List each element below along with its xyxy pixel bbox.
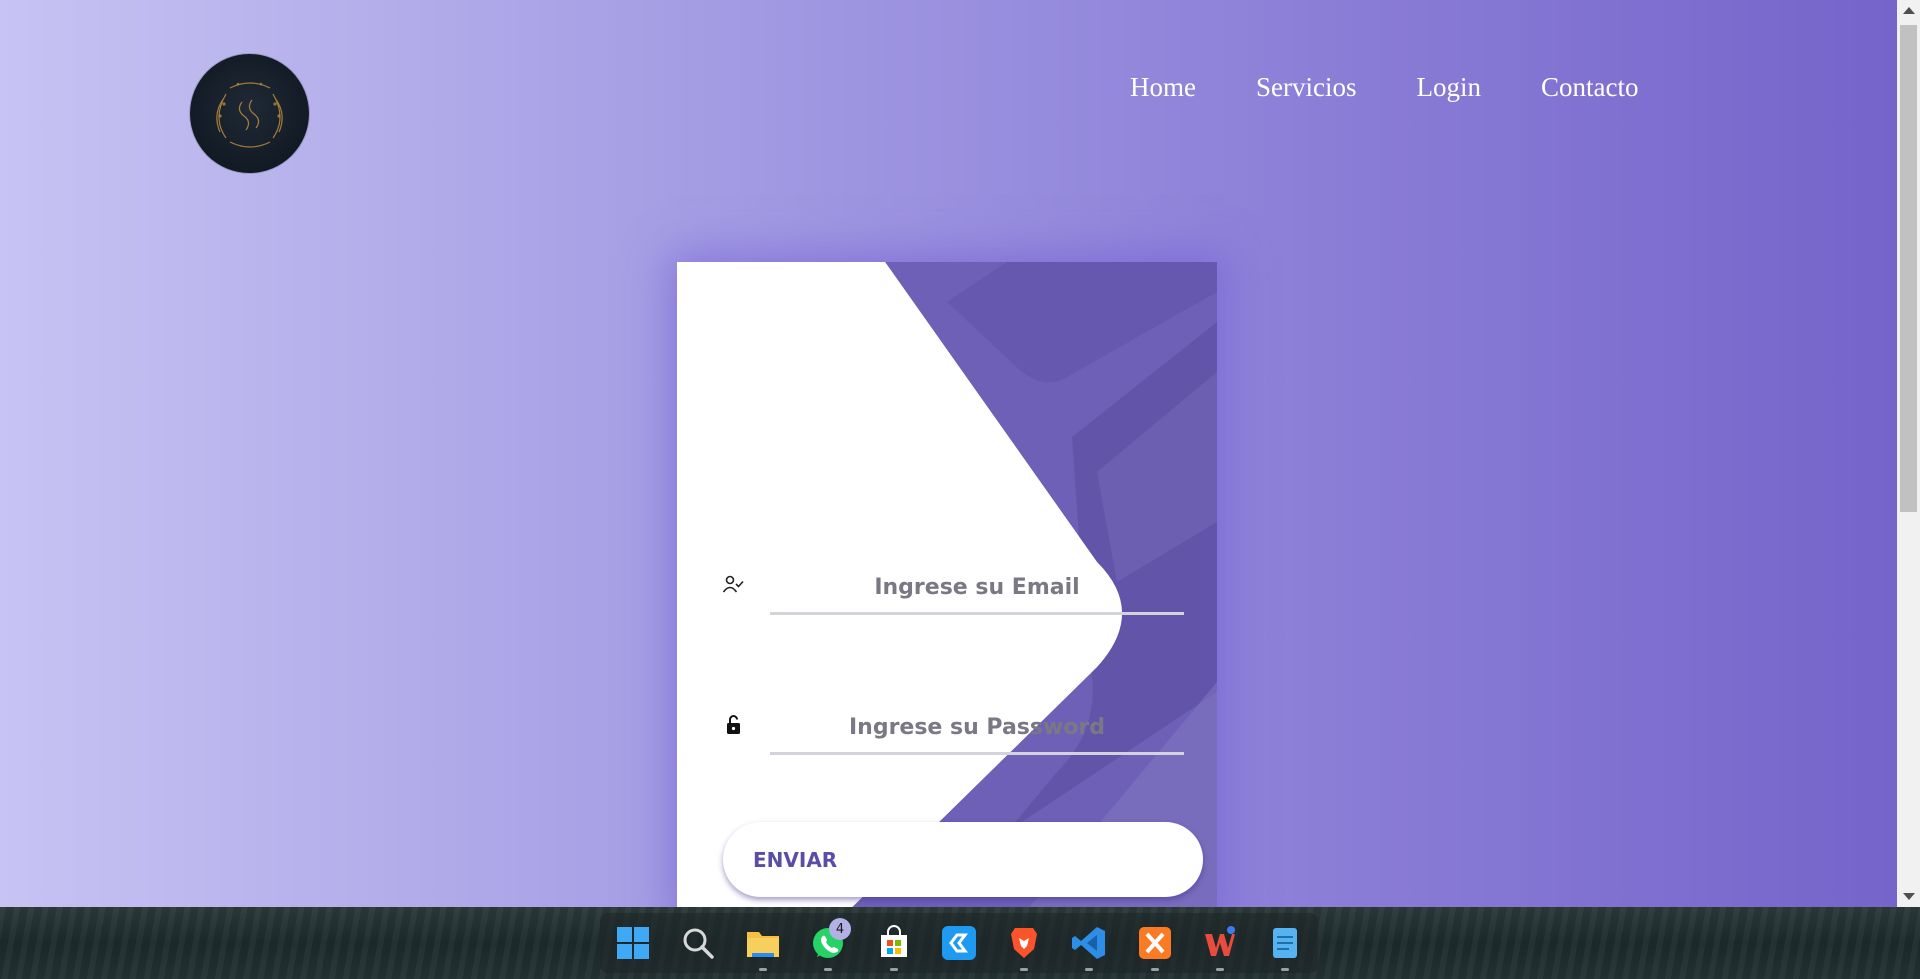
start-button[interactable] xyxy=(600,913,665,973)
brand-logo[interactable] xyxy=(190,54,309,173)
password-input[interactable] xyxy=(770,702,1184,755)
running-indicator xyxy=(1085,968,1094,971)
running-indicator xyxy=(824,968,833,971)
nav-home-link[interactable]: Home xyxy=(1130,72,1196,103)
email-input[interactable] xyxy=(770,562,1184,615)
search-icon xyxy=(683,928,714,959)
email-field xyxy=(722,562,1184,615)
login-card: ENVIAR xyxy=(677,262,1217,907)
nav-contacto-link[interactable]: Contacto xyxy=(1541,72,1638,103)
running-indicator xyxy=(1020,968,1029,971)
scroll-down-arrow-icon[interactable] xyxy=(1903,893,1915,900)
file-explorer-button[interactable] xyxy=(731,913,796,973)
notification-badge: 4 xyxy=(829,918,852,940)
notepad-button[interactable] xyxy=(1253,913,1318,973)
logo-emblem-icon xyxy=(216,82,283,148)
nav-servicios-link[interactable]: Servicios xyxy=(1256,72,1357,103)
running-indicator xyxy=(759,968,768,971)
link-app-icon xyxy=(941,926,976,960)
main-nav: Home Servicios Login Contacto xyxy=(1130,72,1698,103)
microsoft-store-icon xyxy=(880,925,907,957)
link-app-button[interactable] xyxy=(926,913,991,973)
running-indicator xyxy=(1216,968,1225,971)
running-indicator xyxy=(889,968,898,971)
whatsapp-button[interactable]: 4 xyxy=(796,913,861,973)
brave-browser-button[interactable] xyxy=(992,913,1057,973)
taskbar: 4 xyxy=(0,907,1920,979)
brave-browser-icon xyxy=(1011,928,1038,958)
wps-office-button[interactable] xyxy=(1187,913,1252,973)
file-explorer-icon xyxy=(747,932,780,957)
wps-office-icon xyxy=(1205,926,1236,956)
running-indicator xyxy=(1281,968,1290,971)
vscode-button[interactable] xyxy=(1057,913,1122,973)
running-indicator xyxy=(1150,968,1159,971)
taskbar-dock: 4 xyxy=(600,913,1318,973)
scrollbar-thumb[interactable] xyxy=(1900,25,1917,512)
nav-login-link[interactable]: Login xyxy=(1416,72,1481,103)
notepad-icon xyxy=(1273,928,1298,958)
start-icon xyxy=(616,927,649,959)
page-viewport: Home Servicios Login Contacto Ingrese su… xyxy=(0,0,1897,907)
microsoft-store-button[interactable] xyxy=(861,913,926,973)
xampp-button[interactable] xyxy=(1122,913,1187,973)
password-field xyxy=(722,702,1184,755)
user-check-icon xyxy=(722,575,744,593)
submit-button[interactable]: ENVIAR xyxy=(723,822,1203,897)
unlock-icon xyxy=(727,715,740,734)
vscode-icon xyxy=(1072,927,1106,959)
vertical-scrollbar[interactable] xyxy=(1897,0,1920,907)
scroll-up-arrow-icon[interactable] xyxy=(1903,7,1915,14)
xampp-icon xyxy=(1138,927,1171,959)
search-button[interactable] xyxy=(665,913,730,973)
